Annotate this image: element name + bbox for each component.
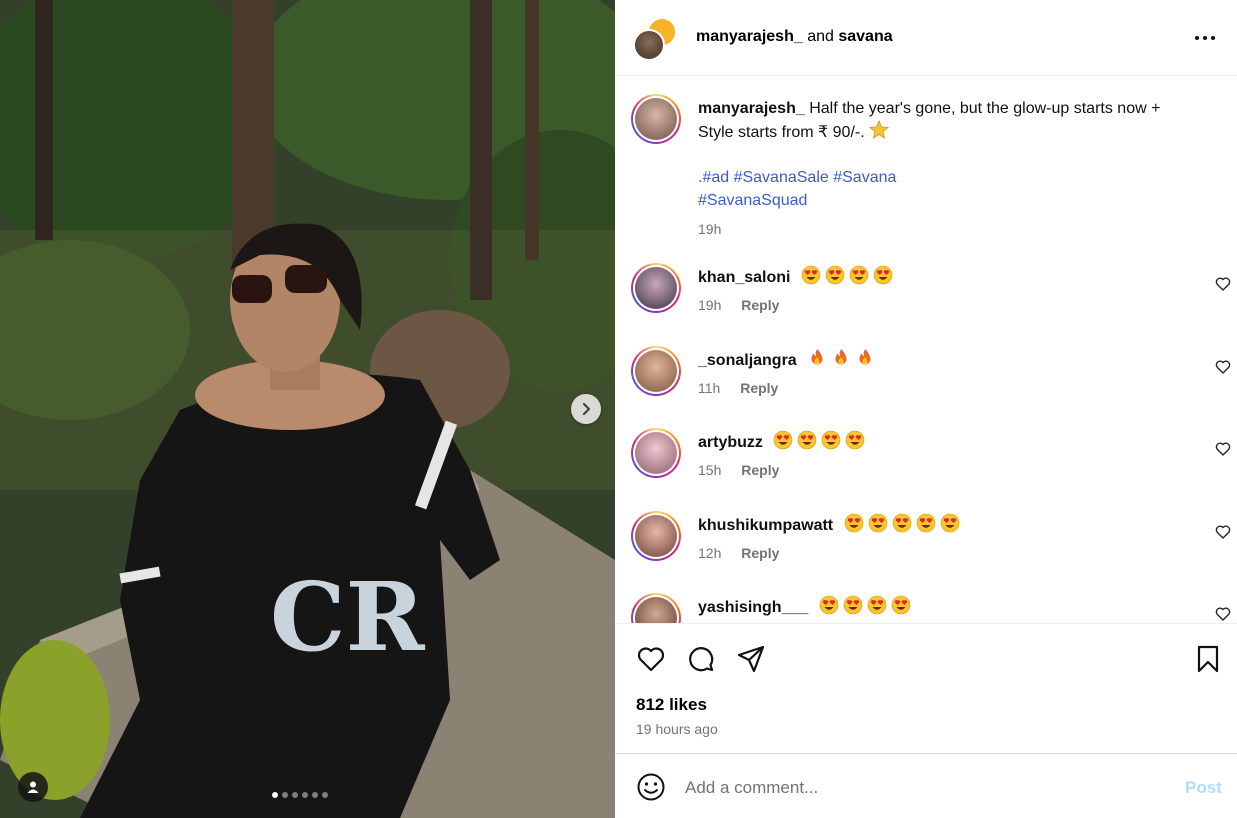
reply-button[interactable]: Reply xyxy=(740,380,778,396)
heart-eyes-emoji-icon xyxy=(846,430,865,450)
comment-item: khushikumpawatt 12h Reply xyxy=(631,511,1231,581)
comment-emojis xyxy=(773,430,869,451)
like-comment-heart-icon[interactable] xyxy=(1215,359,1231,375)
authors-connector: and xyxy=(807,28,834,45)
heart-eyes-emoji-icon xyxy=(849,265,869,285)
star-icon xyxy=(869,120,890,139)
carousel-dot xyxy=(272,792,278,798)
heart-eyes-emoji-icon xyxy=(843,595,863,615)
post-header: manyarajesh_ and savana xyxy=(615,0,1237,76)
like-comment-heart-icon[interactable] xyxy=(1215,606,1231,622)
chevron-right-icon xyxy=(582,402,591,416)
tagged-users-button[interactable] xyxy=(18,772,48,802)
user-icon xyxy=(27,781,39,793)
svg-text:CR: CR xyxy=(270,562,426,673)
like-comment-heart-icon[interactable] xyxy=(1215,441,1231,457)
comment-username[interactable]: artybuzz xyxy=(698,434,763,451)
like-comment-heart-icon[interactable] xyxy=(1215,524,1231,540)
commenter-avatar[interactable] xyxy=(631,428,681,478)
comment-emojis xyxy=(801,265,897,286)
fire-emoji-icon xyxy=(859,349,871,365)
post-photo[interactable]: CR xyxy=(0,0,615,818)
carousel-indicator xyxy=(272,792,328,798)
reply-button[interactable]: Reply xyxy=(741,545,779,561)
comment-username[interactable]: khushikumpawatt xyxy=(698,517,833,534)
comment-time: 11h xyxy=(698,380,721,396)
commenter-avatar[interactable] xyxy=(631,511,681,561)
comment-username[interactable]: _sonaljangra xyxy=(698,352,797,369)
reply-button[interactable]: Reply xyxy=(741,462,779,478)
heart-eyes-emoji-icon xyxy=(940,513,959,533)
comment-item: khan_saloni 19h Reply xyxy=(631,263,1231,333)
comment-emojis xyxy=(844,513,964,534)
heart-eyes-emoji-icon xyxy=(822,430,841,450)
comment-time: 12h xyxy=(698,545,722,561)
carousel-dot xyxy=(322,792,328,798)
bookmark-save-icon[interactable] xyxy=(1193,644,1223,674)
more-horizontal-icon[interactable] xyxy=(1193,30,1217,46)
share-send-icon[interactable] xyxy=(736,644,766,674)
caption-username[interactable]: manyarajesh_ xyxy=(698,100,805,117)
heart-eyes-emoji-icon xyxy=(892,513,911,533)
heart-eyes-emoji-icon xyxy=(825,265,845,285)
comments-section[interactable]: manyarajesh_ Half the year's gone, but t… xyxy=(615,77,1237,623)
post-actions: 812 likes 19 hours ago xyxy=(615,623,1237,753)
author-avatars[interactable] xyxy=(633,17,679,61)
collaborator-username[interactable]: savana xyxy=(838,28,892,45)
reply-button[interactable]: Reply xyxy=(741,297,779,313)
comment-username[interactable]: khan_saloni xyxy=(698,269,790,286)
caption-hashtags[interactable]: .#ad #SavanaSale #Savana xyxy=(698,166,1198,189)
add-comment-bar: Post xyxy=(615,753,1237,818)
post-time: 19 hours ago xyxy=(636,721,718,737)
author-avatar[interactable] xyxy=(633,29,665,61)
commenter-avatar[interactable] xyxy=(631,346,681,396)
comment-item: artybuzz 15h Reply xyxy=(631,428,1231,498)
comment-item: yashisingh___ xyxy=(631,593,1231,623)
post-details-panel: manyarajesh_ and savana manyarajesh_ Hal… xyxy=(615,0,1237,818)
comment-emojis xyxy=(807,349,879,369)
photo-scene: CR xyxy=(0,0,615,818)
carousel-dot xyxy=(292,792,298,798)
carousel-dot xyxy=(302,792,308,798)
heart-eyes-emoji-icon xyxy=(819,595,839,615)
heart-eyes-emoji-icon xyxy=(844,513,863,533)
likes-count[interactable]: 812 likes xyxy=(636,695,707,715)
like-heart-icon[interactable] xyxy=(636,644,666,674)
heart-eyes-emoji-icon xyxy=(868,513,887,533)
comment-time: 15h xyxy=(698,462,722,478)
comment-item: _sonaljangra 11h Reply xyxy=(631,346,1231,416)
comment-emojis xyxy=(819,595,915,616)
comment-username[interactable]: yashisingh___ xyxy=(698,599,808,616)
post-comment-button[interactable]: Post xyxy=(1185,778,1222,798)
commenter-avatar[interactable] xyxy=(631,263,681,313)
next-slide-button[interactable] xyxy=(571,394,601,424)
like-comment-heart-icon[interactable] xyxy=(1215,276,1231,292)
heart-eyes-emoji-icon xyxy=(873,265,893,285)
carousel-dot xyxy=(312,792,318,798)
caption-avatar[interactable] xyxy=(631,94,681,144)
fire-emoji-icon xyxy=(835,349,847,365)
comment-bubble-icon[interactable] xyxy=(686,644,716,674)
commenter-avatar[interactable] xyxy=(631,593,681,623)
heart-eyes-emoji-icon xyxy=(774,430,793,450)
emoji-smiley-icon[interactable] xyxy=(636,772,666,802)
caption-time: 19h xyxy=(698,221,722,237)
heart-eyes-emoji-icon xyxy=(916,513,935,533)
fire-emoji-icon xyxy=(811,349,823,365)
comment-time: 19h xyxy=(698,297,722,313)
heart-eyes-emoji-icon xyxy=(801,265,821,285)
heart-eyes-emoji-icon xyxy=(891,595,911,615)
carousel-dot xyxy=(282,792,288,798)
comment-input[interactable] xyxy=(685,774,1165,802)
caption-hashtags-2[interactable]: #SavanaSquad xyxy=(698,189,1198,212)
caption-text: manyarajesh_ Half the year's gone, but t… xyxy=(698,97,1198,241)
author-username[interactable]: manyarajesh_ xyxy=(696,28,803,45)
heart-eyes-emoji-icon xyxy=(798,430,817,450)
heart-eyes-emoji-icon xyxy=(867,595,887,615)
post-authors: manyarajesh_ and savana xyxy=(696,28,893,46)
